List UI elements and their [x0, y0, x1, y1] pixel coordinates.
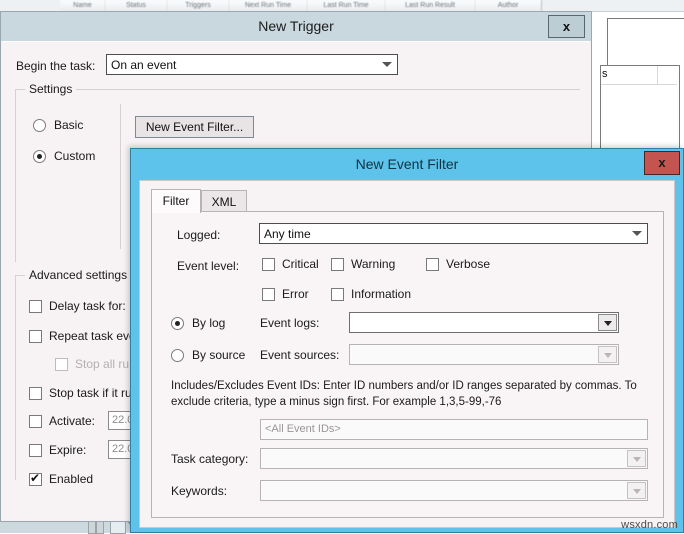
settings-vertical-divider	[120, 104, 121, 249]
radio-by-log-label: By log	[192, 316, 226, 330]
new-event-filter-close-button[interactable]: x	[644, 151, 680, 175]
new-event-filter-title: New Event Filter	[355, 156, 459, 172]
checkbox-enabled[interactable]	[29, 471, 42, 486]
radio-basic-label: Basic	[54, 118, 84, 132]
checkbox-level-information[interactable]	[331, 288, 344, 301]
begin-task-combobox[interactable]: On an event	[106, 54, 398, 75]
chevron-down-icon	[382, 61, 392, 67]
logged-label: Logged:	[177, 228, 221, 242]
checkbox-repeat-task-every-label: Repeat task ever	[49, 329, 140, 343]
keywords-combobox[interactable]	[260, 480, 648, 501]
background-column-header: Status	[105, 0, 168, 11]
radio-by-source-label: By source	[192, 348, 246, 362]
checkbox-level-warning-label: Warning	[351, 257, 396, 271]
background-column-header: Last Run Time	[307, 0, 386, 11]
event-logs-combobox[interactable]	[349, 312, 619, 333]
begin-task-value: On an event	[111, 58, 177, 72]
advanced-settings-groupbox-title: Advanced settings	[25, 268, 132, 282]
checkbox-level-critical-label: Critical	[282, 257, 319, 271]
new-event-filter-titlebar: New Event Filter x	[131, 149, 683, 180]
new-trigger-titlebar: New Trigger x	[1, 12, 591, 41]
background-right-cell-underline	[601, 84, 677, 85]
checkbox-activate[interactable]	[29, 415, 42, 428]
background-column-header: Author	[475, 0, 542, 11]
event-ids-field[interactable]: <All Event IDs>	[260, 419, 648, 440]
checkbox-delay-task-for-label: Delay task for:	[49, 299, 126, 313]
task-category-label: Task category:	[171, 452, 249, 466]
checkbox-stop-task-if-runs-label: Stop task if it ru	[49, 386, 132, 400]
chevron-down-icon[interactable]	[598, 314, 617, 331]
logged-combobox[interactable]: Any time	[259, 223, 648, 244]
checkbox-level-information-label: Information	[351, 287, 412, 301]
checkbox-expire[interactable]	[29, 444, 42, 457]
chevron-down-icon[interactable]	[627, 450, 646, 467]
new-event-filter-dialog: New Event Filter x Filter XML Logged: An…	[130, 148, 684, 533]
event-sources-combobox[interactable]	[349, 344, 619, 365]
new-event-filter-client-area: Filter XML Logged: Any time Event level:…	[139, 180, 675, 528]
event-ids-help-text: Includes/Excludes Event IDs: Enter ID nu…	[171, 380, 637, 408]
radio-custom[interactable]	[33, 150, 46, 163]
chevron-down-icon[interactable]	[627, 482, 646, 499]
checkbox-enabled-label: Enabled	[49, 472, 94, 486]
radio-by-source[interactable]	[171, 349, 184, 362]
radio-custom-label: Custom	[54, 149, 96, 163]
checkbox-repeat-task-every[interactable]	[29, 330, 42, 343]
tab-filter[interactable]: Filter	[151, 189, 201, 213]
event-logs-label: Event logs:	[260, 316, 320, 330]
chevron-down-icon	[632, 230, 642, 236]
event-level-label: Event level:	[177, 259, 240, 273]
checkbox-level-verbose-label: Verbose	[446, 257, 491, 271]
tab-xml[interactable]: XML	[201, 190, 247, 212]
new-trigger-title: New Trigger	[258, 18, 334, 34]
begin-task-label: Begin the task:	[16, 59, 96, 73]
checkbox-level-critical[interactable]	[262, 258, 275, 271]
checkbox-expire-label: Expire:	[49, 443, 87, 457]
radio-basic[interactable]	[33, 119, 46, 132]
keywords-label: Keywords:	[171, 484, 228, 498]
checkbox-activate-label: Activate:	[49, 414, 96, 428]
checkbox-stop-task-if-runs[interactable]	[29, 387, 42, 400]
background-right-cell-divider	[657, 66, 658, 84]
background-column-header: Next Run Time	[229, 0, 308, 11]
checkbox-delay-task-for[interactable]	[29, 300, 42, 313]
settings-groupbox-title: Settings	[25, 82, 77, 96]
checkbox-level-error[interactable]	[262, 288, 275, 301]
checkbox-level-warning[interactable]	[331, 258, 344, 271]
background-column-header: Last Run Result	[385, 0, 476, 11]
background-right-cell-text: s	[602, 68, 608, 80]
event-ids-placeholder: <All Event IDs>	[265, 423, 341, 435]
checkbox-level-verbose[interactable]	[426, 258, 439, 271]
checkbox-stop-all-running-label: Stop all ru	[75, 357, 130, 371]
background-column-header: Triggers	[167, 0, 230, 11]
task-category-combobox[interactable]	[260, 448, 648, 469]
background-column-header: Name	[60, 0, 106, 11]
checkbox-stop-all-running[interactable]	[55, 358, 68, 371]
checkbox-level-error-label: Error	[282, 287, 309, 301]
filter-tab-page: Logged: Any time Event level: Critical W…	[151, 211, 664, 518]
chevron-down-icon[interactable]	[598, 346, 617, 363]
new-event-filter-button[interactable]: New Event Filter...	[135, 116, 254, 138]
new-trigger-close-button[interactable]: x	[548, 15, 585, 38]
logged-value: Any time	[264, 227, 311, 241]
radio-by-log[interactable]	[171, 317, 184, 330]
watermark: wsxdn.com	[621, 519, 678, 531]
event-sources-label: Event sources:	[260, 348, 340, 362]
